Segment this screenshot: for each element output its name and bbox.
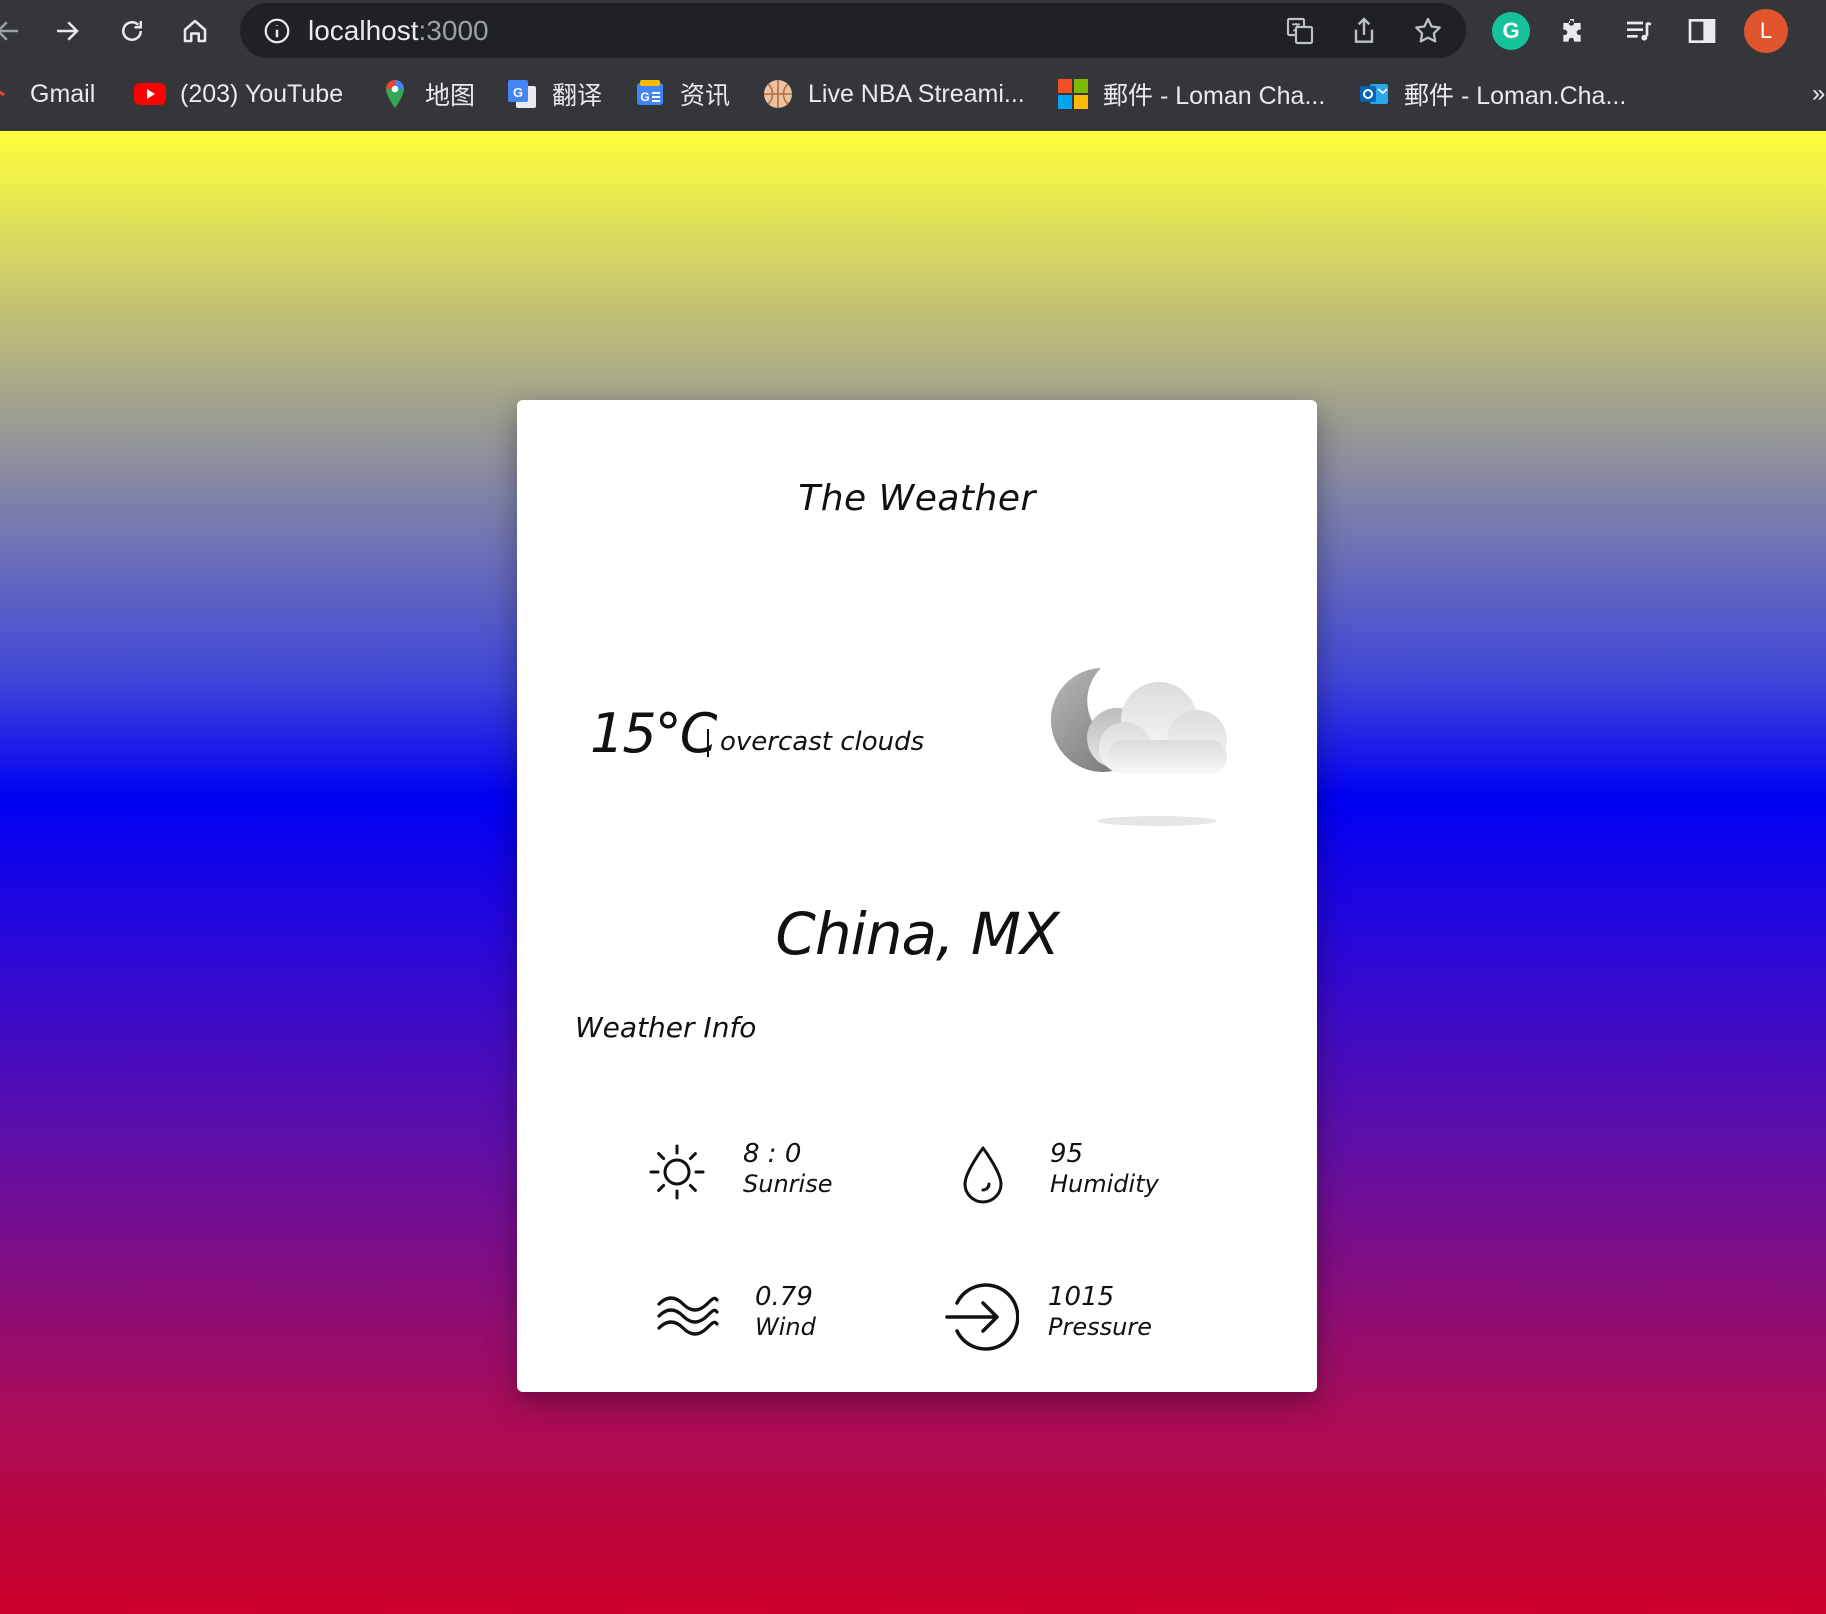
bookmark-star-icon[interactable] bbox=[1412, 15, 1444, 47]
sunrise-label: Sunrise bbox=[743, 1170, 833, 1198]
grammarly-extension-icon[interactable]: G bbox=[1492, 12, 1530, 50]
bookmark-label: 翻译 bbox=[552, 82, 603, 110]
bookmark-label: (203) YouTube bbox=[180, 79, 344, 108]
wind-label: Wind bbox=[755, 1313, 816, 1341]
svg-text:G: G bbox=[513, 85, 523, 100]
forward-icon[interactable] bbox=[45, 9, 89, 53]
url-port: :3000 bbox=[418, 15, 489, 46]
pressure-value: 1015 bbox=[1048, 1282, 1115, 1312]
url-text[interactable]: localhost:3000 bbox=[308, 15, 489, 47]
outlook-icon bbox=[1358, 78, 1390, 110]
bookmarks-overflow-button[interactable]: » bbox=[1812, 80, 1825, 108]
url-host: localhost bbox=[308, 15, 419, 46]
reading-list-icon[interactable] bbox=[1620, 12, 1658, 50]
app-title: The Weather bbox=[798, 478, 1036, 519]
home-icon[interactable] bbox=[173, 9, 217, 53]
bookmark-label: Gmail bbox=[30, 79, 96, 108]
back-icon[interactable] bbox=[0, 9, 30, 53]
droplet-icon bbox=[963, 1146, 1003, 1204]
grammarly-letter: G bbox=[1502, 18, 1520, 43]
temperature-divider bbox=[707, 729, 709, 757]
pressure-label: Pressure bbox=[1048, 1313, 1152, 1341]
maps-icon bbox=[379, 78, 411, 110]
translate-page-icon[interactable] bbox=[1284, 15, 1316, 47]
weather-description: overcast clouds bbox=[720, 727, 925, 757]
bookmark-label: 资讯 bbox=[680, 82, 731, 110]
basketball-icon bbox=[762, 78, 794, 110]
reload-icon[interactable] bbox=[110, 9, 154, 53]
arrow-circle-icon bbox=[945, 1283, 1019, 1351]
sun-icon bbox=[649, 1144, 705, 1200]
temperature: 15°C bbox=[590, 702, 717, 765]
svg-text:G: G bbox=[640, 90, 649, 104]
browser-chrome: localhost:3000 G L Gmail (203) YouTube 地… bbox=[0, 0, 1826, 131]
translate-icon: G bbox=[506, 78, 538, 110]
extensions-icon[interactable] bbox=[1555, 12, 1593, 50]
sunrise-value: 8 : 0 bbox=[743, 1139, 802, 1169]
bookmark-youtube[interactable]: (203) YouTube bbox=[134, 74, 343, 114]
page-background: The Weather 15°C overcast clouds China, … bbox=[0, 131, 1826, 1614]
humidity-label: Humidity bbox=[1050, 1170, 1159, 1198]
share-icon[interactable] bbox=[1348, 15, 1380, 47]
weather-card: The Weather 15°C overcast clouds China, … bbox=[517, 400, 1317, 1392]
bookmark-translate[interactable]: G 翻译 bbox=[506, 74, 602, 114]
avatar-initial: L bbox=[1759, 18, 1773, 43]
bookmark-gmail[interactable]: Gmail bbox=[0, 74, 95, 114]
youtube-icon bbox=[134, 78, 166, 110]
humidity-value: 95 bbox=[1050, 1139, 1084, 1169]
location: China, MX bbox=[775, 900, 1059, 968]
bookmark-label: 地图 bbox=[425, 82, 476, 110]
wind-icon bbox=[657, 1296, 719, 1336]
gmail-icon bbox=[0, 78, 14, 110]
profile-avatar[interactable]: L bbox=[1744, 9, 1788, 53]
bookmark-label: 郵件 - Loman Cha... bbox=[1103, 82, 1326, 110]
site-info-icon[interactable] bbox=[262, 16, 292, 46]
weather-info-heading: Weather Info bbox=[575, 1011, 757, 1044]
moon-cloud-icon bbox=[1050, 668, 1227, 826]
wind-value: 0.79 bbox=[755, 1282, 813, 1312]
bookmark-mail-microsoft[interactable]: 郵件 - Loman Cha... bbox=[1057, 74, 1325, 114]
bookmark-label: Live NBA Streami... bbox=[808, 79, 1025, 108]
news-icon: G bbox=[634, 78, 666, 110]
microsoft-icon bbox=[1057, 78, 1089, 110]
bookmark-label: 郵件 - Loman.Cha... bbox=[1404, 82, 1627, 110]
bookmark-nba[interactable]: Live NBA Streami... bbox=[762, 74, 1025, 114]
bookmark-mail-outlook[interactable]: 郵件 - Loman.Cha... bbox=[1358, 74, 1626, 114]
address-bar[interactable]: localhost:3000 bbox=[240, 3, 1466, 58]
bookmarks-bar: Gmail (203) YouTube 地图 G 翻译 G 资讯 Live NB… bbox=[0, 66, 1826, 124]
side-panel-icon[interactable] bbox=[1683, 12, 1721, 50]
bookmark-news[interactable]: G 资讯 bbox=[634, 74, 730, 114]
bookmark-maps[interactable]: 地图 bbox=[379, 74, 475, 114]
browser-toolbar: localhost:3000 G L bbox=[0, 0, 1826, 62]
